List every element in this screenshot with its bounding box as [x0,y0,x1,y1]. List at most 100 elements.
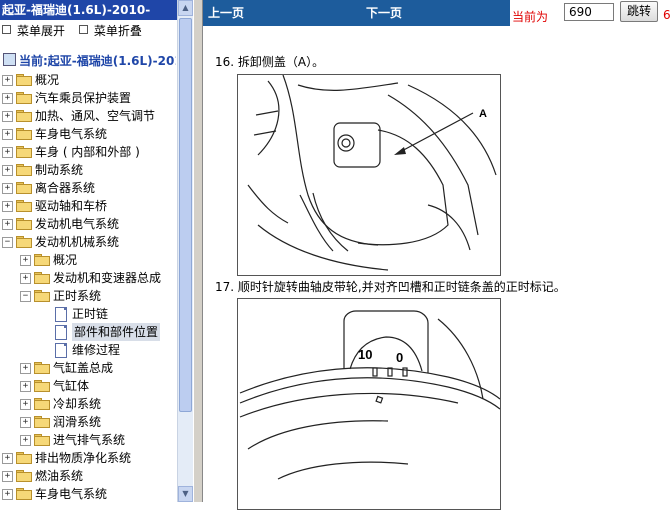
menu-expand-label: 菜单展开 [17,24,66,38]
tree-item-label: 冷却系统 [53,397,102,411]
folder-icon [16,110,32,122]
next-page-link[interactable]: 下一页 [366,4,402,21]
step-16-text: 16. 拆卸侧盖（A）。 [215,55,325,69]
folder-icon [16,146,32,158]
folder-open-icon [34,290,50,302]
tree-item[interactable]: + 汽车乘员保护装置 [0,89,176,107]
page-jump-area: 当前为 跳转 6 [510,0,670,26]
current-page-label: 当前为 [512,10,549,24]
expand-icon[interactable]: + [2,75,13,86]
folder-icon [16,488,32,500]
tree-item[interactable]: + 加热、通风、空气调节 [0,107,176,125]
step-17-text: 17. 顺时针旋转曲轴皮带轮,并对齐凹槽和正时链条盖的正时标记。 [215,280,566,294]
collapse-icon[interactable]: − [20,291,31,302]
tree-item-label: 部件和部件位置 [72,323,161,341]
tree-item-label: 正时系统 [53,289,102,303]
tree-item[interactable]: + 气缸体 [0,377,176,395]
left-title: 起亚-福瑞迪(1.6L)-2010- [0,0,178,20]
prev-page-link[interactable]: 上一页 [208,4,244,21]
timing-mark-10: 10 [358,347,372,362]
tree-item[interactable]: + 车身 ( 内部和外部 ) [0,143,176,161]
tree-item[interactable]: + 制动系统 [0,161,176,179]
tree-item[interactable]: + 冷却系统 [0,395,176,413]
tree-item[interactable]: + 润滑系统 [0,413,176,431]
tree-item-label: 气缸体 [53,379,90,393]
folder-open-icon [16,236,32,248]
expand-icon[interactable]: + [2,147,13,158]
expand-icon[interactable]: + [20,255,31,266]
expand-icon[interactable]: + [2,453,13,464]
expand-icon[interactable]: + [2,471,13,482]
menu-collapse-label: 菜单折叠 [93,24,142,38]
computer-icon [3,53,16,66]
tree-item-label: 润滑系统 [53,415,102,429]
tree-item-label: 制动系统 [35,163,84,177]
tree-item[interactable]: + 发动机和变速器总成 [0,269,176,287]
expand-icon[interactable]: + [20,273,31,284]
folder-icon [16,182,32,194]
expand-icon[interactable]: + [2,219,13,230]
scroll-up-button[interactable]: ▲ [178,0,193,16]
tree-item[interactable]: + 燃油系统 [0,467,176,485]
expand-icon[interactable]: + [20,399,31,410]
expand-icon[interactable]: + [2,183,13,194]
expand-icon[interactable]: + [20,435,31,446]
tree-item[interactable]: + 概况 [0,71,176,89]
expand-icon[interactable]: + [20,363,31,374]
tree-item-label: 车身电气系统 [35,127,108,141]
expand-icon[interactable]: + [2,93,13,104]
tree-item[interactable]: 部件和部件位置 [0,323,176,341]
expand-icon[interactable]: + [2,111,13,122]
expand-icon[interactable]: + [20,381,31,392]
tree: + 概况 + 汽车乘员保护装置 + 加热、通风、空气调节 + 车身电气系统 + 车身 ( 内部和外… [0,71,176,503]
tree-item[interactable]: + 车身电气系统 [0,125,176,143]
document-icon [55,325,67,340]
tree-item[interactable]: + 发动机电气系统 [0,215,176,233]
tree-item-label: 汽车乘员保护装置 [35,91,132,105]
tree-item-label: 离合器系统 [35,181,96,195]
tree-item[interactable]: + 驱动轴和车桥 [0,197,176,215]
tree-item[interactable]: 维修过程 [0,341,176,359]
tree-item[interactable]: + 进气排气系统 [0,431,176,449]
callout-a-label: A [479,108,487,120]
page-count-text: 6 [663,8,670,22]
scroll-down-button[interactable]: ▼ [178,486,193,502]
timing-mark-figure: 10 0 [237,298,501,510]
crank-pulley-drawing: 10 0 [239,310,500,480]
current-vehicle-label: 当前:起亚-福瑞迪(1.6L)-2010- [19,54,176,68]
scroll-thumb[interactable] [179,18,192,412]
current-vehicle[interactable]: 当前:起亚-福瑞迪(1.6L)-2010- [0,52,176,70]
expand-icon[interactable]: + [2,201,13,212]
tree-item[interactable]: + 气缸盖总成 [0,359,176,377]
folder-icon [16,218,32,230]
expand-icon[interactable]: + [2,129,13,140]
folder-icon [16,92,32,104]
tree-item[interactable]: + 离合器系统 [0,179,176,197]
collapse-icon[interactable]: − [2,237,13,248]
tree-item[interactable]: + 概况 [0,251,176,269]
menu-row: 菜单展开 菜单折叠 [0,20,176,42]
menu-expand-button[interactable]: 菜单展开 [2,20,65,42]
side-cover-figure: A [237,74,501,276]
tree-item[interactable]: − 正时系统 [0,287,176,305]
expand-icon[interactable]: + [2,165,13,176]
tree-item[interactable]: 正时链 [0,305,176,323]
jump-button[interactable]: 跳转 [620,1,658,22]
folder-icon [16,470,32,482]
tree-item-label: 驱动轴和车桥 [35,199,108,213]
tree-item-label: 加热、通风、空气调节 [35,109,156,123]
expand-icon[interactable]: + [2,489,13,500]
folder-icon [16,164,32,176]
folder-icon [34,254,50,266]
left-pane: 起亚-福瑞迪(1.6L)-2010- 菜单展开 菜单折叠 当前:起亚-福瑞迪(1… [0,0,193,502]
menu-collapse-button[interactable]: 菜单折叠 [78,20,142,42]
tree-item[interactable]: − 发动机机械系统 [0,233,176,251]
tree-scrollbar[interactable]: ▲ ▼ [177,0,194,502]
tree-item-label: 进气排气系统 [53,433,126,447]
pane-splitter[interactable] [193,0,203,502]
expand-icon[interactable]: + [20,417,31,428]
tree-item[interactable]: + 排出物质净化系统 [0,449,176,467]
tree-item[interactable]: + 车身电气系统 [0,485,176,503]
document-icon [55,307,67,322]
page-number-input[interactable] [564,3,614,21]
